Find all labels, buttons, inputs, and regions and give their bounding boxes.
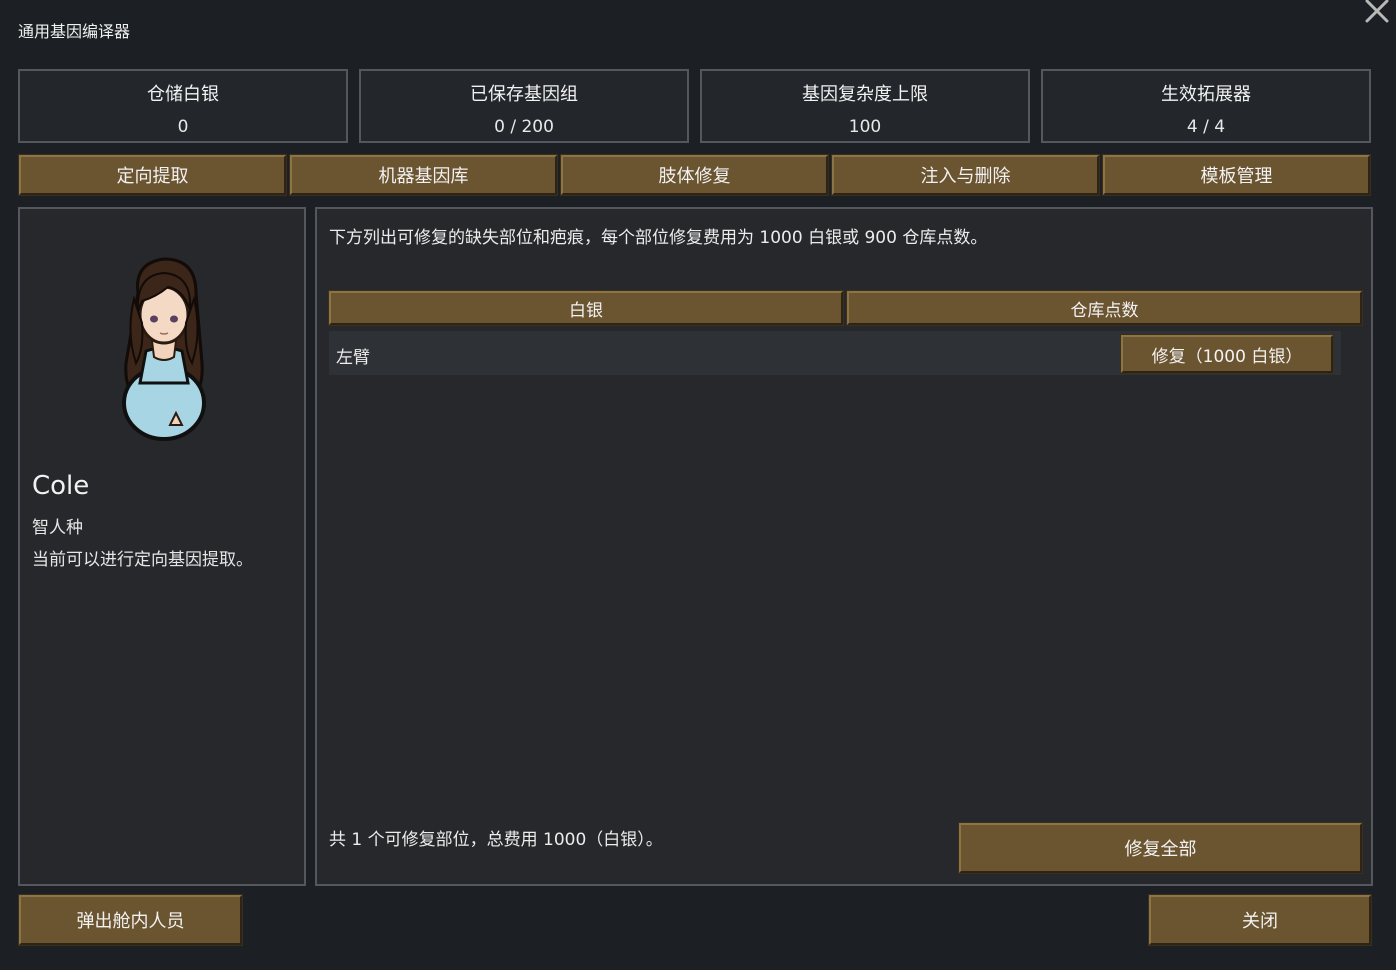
stat-complexity-limit: 基因复杂度上限 100 [700, 69, 1030, 143]
stat-value: 100 [848, 117, 882, 137]
stat-value: 0 [177, 117, 189, 137]
pawn-race: 智人种 [32, 518, 83, 538]
pawn-portrait [116, 253, 212, 443]
list-item: 左臂 修复（1000 白银） [329, 331, 1341, 375]
pawn-name: Cole [32, 471, 90, 501]
tab-machine-gene-bank[interactable]: 机器基因库 [290, 155, 557, 195]
pawn-panel: Cole 智人种 当前可以进行定向基因提取。 [18, 207, 306, 886]
stat-active-expanders: 生效拓展器 4 / 4 [1041, 69, 1371, 143]
repair-summary: 共 1 个可修复部位，总费用 1000（白银）。 [329, 830, 663, 850]
tab-directed-extraction[interactable]: 定向提取 [19, 155, 286, 195]
repair-part-button[interactable]: 修复（1000 白银） [1121, 335, 1333, 373]
tab-implant-and-remove[interactable]: 注入与删除 [832, 155, 1099, 195]
stat-label: 仓储白银 [147, 84, 219, 105]
pawn-status: 当前可以进行定向基因提取。 [32, 550, 253, 570]
stat-stored-silver: 仓储白银 0 [18, 69, 348, 143]
stat-value: 0 / 200 [494, 117, 554, 137]
tab-template-management[interactable]: 模板管理 [1103, 155, 1370, 195]
pay-storage-points-button[interactable]: 仓库点数 [847, 291, 1362, 325]
repair-all-button[interactable]: 修复全部 [959, 823, 1362, 873]
tab-limb-repair[interactable]: 肢体修复 [561, 155, 828, 195]
stat-label: 已保存基因组 [470, 84, 578, 105]
limb-repair-panel: 下方列出可修复的缺失部位和疤痕，每个部位修复费用为 1000 白银或 900 仓… [315, 207, 1373, 886]
pay-silver-button[interactable]: 白银 [329, 291, 843, 325]
eject-occupant-button[interactable]: 弹出舱内人员 [19, 895, 242, 945]
stat-saved-genepacks: 已保存基因组 0 / 200 [359, 69, 689, 143]
stat-label: 基因复杂度上限 [802, 84, 928, 105]
close-icon[interactable] [1362, 0, 1392, 26]
close-button[interactable]: 关闭 [1149, 895, 1371, 945]
stat-label: 生效拓展器 [1161, 84, 1251, 105]
gene-assembler-window: 通用基因编译器 仓储白银 0 已保存基因组 0 / 200 基因复杂度上限 10… [0, 0, 1396, 970]
window-title: 通用基因编译器 [18, 22, 131, 41]
missing-part-label: 左臂 [336, 348, 370, 368]
stat-value: 4 / 4 [1186, 117, 1226, 137]
repair-description: 下方列出可修复的缺失部位和疤痕，每个部位修复费用为 1000 白银或 900 仓… [329, 228, 988, 248]
